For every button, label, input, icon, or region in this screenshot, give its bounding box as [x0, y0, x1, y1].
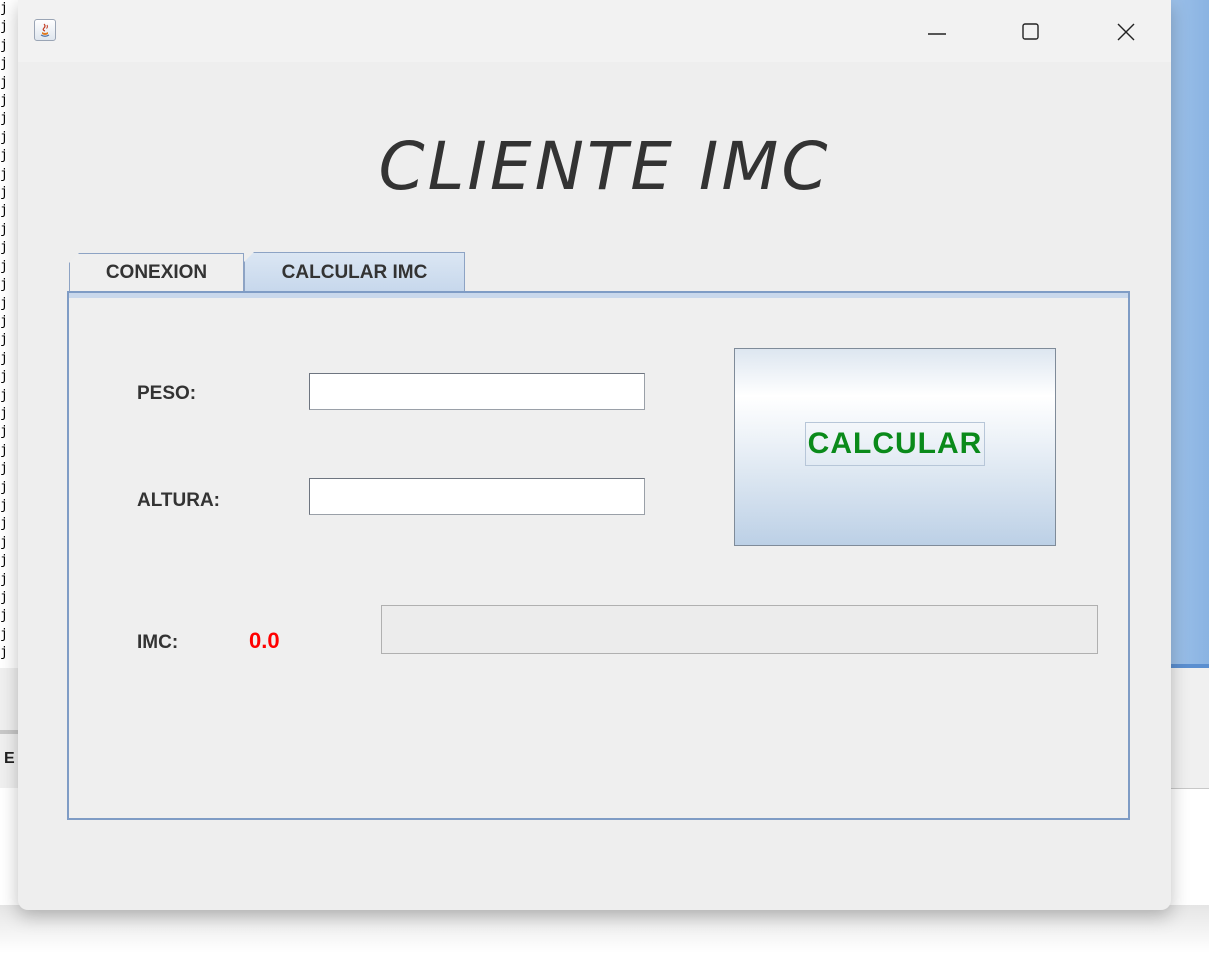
minimize-button[interactable]	[914, 12, 960, 52]
background-blue-panel	[1168, 0, 1209, 668]
page-title: CLIENTE IMC	[378, 128, 831, 205]
java-app-icon[interactable]	[34, 19, 56, 41]
altura-label: ALTURA:	[137, 490, 221, 511]
calcular-button-label: CALCULAR	[804, 422, 986, 466]
peso-input[interactable]	[309, 373, 645, 410]
maximize-icon	[1022, 23, 1039, 40]
close-button[interactable]	[1103, 12, 1149, 52]
imc-value: 0.0	[249, 628, 280, 653]
peso-label: PESO:	[137, 383, 197, 404]
calcular-button[interactable]: CALCULAR	[734, 348, 1056, 546]
tab-conexion[interactable]: CONEXION	[69, 253, 244, 291]
maximize-button[interactable]	[1008, 12, 1054, 52]
title-bar[interactable]	[18, 0, 1171, 62]
tab-calcular-imc[interactable]: CALCULAR IMC	[244, 252, 465, 293]
background-text-column: j j j j j j j j j j j j j j j j j j j j …	[0, 0, 14, 680]
panel-top-strip	[69, 293, 1128, 298]
tab-conexion-label: CONEXION	[105, 261, 208, 283]
cliente-imc-window: CLIENTE IMC CONEXION CALCULAR IMC PESO: …	[18, 0, 1171, 910]
minimize-icon	[928, 33, 946, 35]
close-icon	[1117, 23, 1135, 41]
imc-label: IMC:	[137, 632, 179, 653]
background-letter: E	[4, 750, 15, 767]
tab-calcular-imc-label: CALCULAR IMC	[281, 262, 428, 283]
altura-input[interactable]	[309, 478, 645, 515]
result-display	[381, 605, 1098, 654]
background-left-divider	[0, 730, 20, 734]
background-divider	[1168, 788, 1209, 789]
window-shadow	[0, 905, 1209, 953]
